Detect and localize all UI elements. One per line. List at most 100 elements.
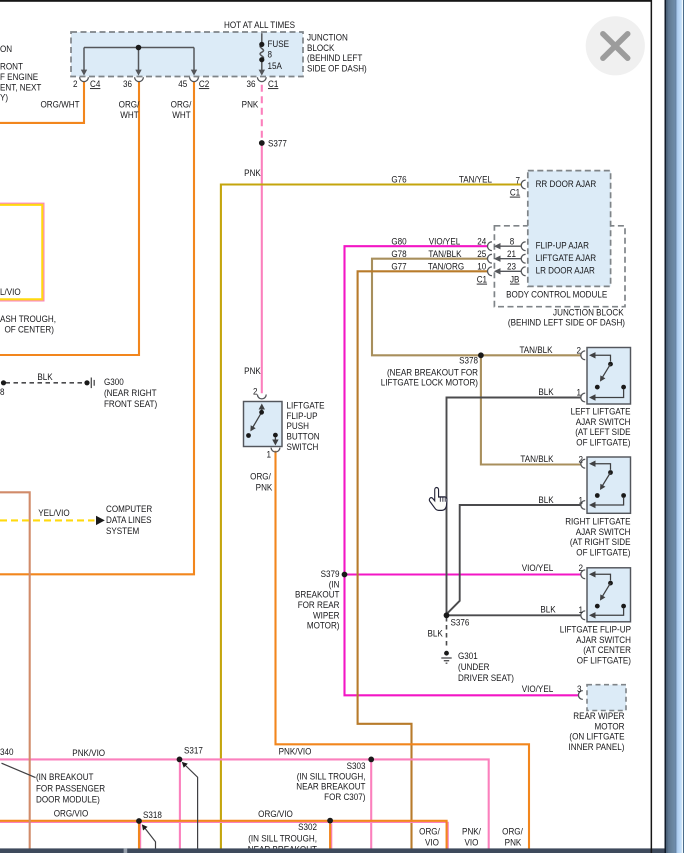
svg-text:AJAR SWITCH: AJAR SWITCH bbox=[576, 416, 631, 427]
svg-text:ENT, NEXT: ENT, NEXT bbox=[0, 82, 42, 93]
svg-text:G78: G78 bbox=[391, 248, 407, 259]
svg-text:FRONT SEAT): FRONT SEAT) bbox=[104, 399, 157, 410]
svg-text:JB: JB bbox=[510, 274, 520, 285]
svg-text:PNK: PNK bbox=[256, 482, 273, 493]
svg-text:PNK/: PNK/ bbox=[462, 826, 481, 837]
svg-text:TAN/BLK: TAN/BLK bbox=[520, 454, 553, 465]
svg-text:BLK: BLK bbox=[538, 387, 554, 398]
svg-text:ORG/VIO: ORG/VIO bbox=[258, 809, 293, 820]
svg-text:BODY CONTROL MODULE: BODY CONTROL MODULE bbox=[506, 289, 607, 300]
svg-text:RONT: RONT bbox=[0, 61, 24, 72]
svg-text:VIO: VIO bbox=[425, 837, 439, 848]
svg-text:PNK/VIO: PNK/VIO bbox=[279, 746, 312, 757]
svg-text:C4: C4 bbox=[90, 79, 101, 90]
svg-text:BLK: BLK bbox=[538, 495, 554, 506]
svg-text:G301: G301 bbox=[458, 651, 478, 662]
svg-text:(UNDER: (UNDER bbox=[458, 662, 489, 673]
svg-text:(IN BREAKOUT: (IN BREAKOUT bbox=[36, 772, 94, 783]
svg-text:G300: G300 bbox=[104, 377, 124, 388]
svg-text:VIO: VIO bbox=[465, 837, 479, 848]
svg-text:TAN/YEL: TAN/YEL bbox=[459, 174, 492, 185]
svg-text:PNK: PNK bbox=[505, 837, 522, 848]
svg-text:ORG/: ORG/ bbox=[119, 99, 140, 110]
svg-text:MOTOR: MOTOR bbox=[595, 721, 625, 732]
svg-text:2: 2 bbox=[253, 386, 258, 397]
svg-text:2: 2 bbox=[578, 563, 583, 574]
svg-text:LIFTGATE: LIFTGATE bbox=[286, 400, 324, 411]
svg-text:ON: ON bbox=[0, 43, 12, 54]
svg-text:FLIP-UP: FLIP-UP bbox=[286, 410, 317, 421]
svg-text:Y): Y) bbox=[0, 92, 8, 103]
svg-text:ORG/: ORG/ bbox=[250, 471, 271, 482]
svg-text:LEFT LIFTGATE: LEFT LIFTGATE bbox=[571, 406, 631, 417]
svg-text:LR DOOR AJAR: LR DOOR AJAR bbox=[536, 265, 595, 276]
svg-text:PUSH: PUSH bbox=[286, 421, 308, 432]
svg-text:DATA LINES: DATA LINES bbox=[106, 514, 152, 525]
svg-text:HOT AT ALL TIMES: HOT AT ALL TIMES bbox=[224, 20, 295, 31]
svg-text:1: 1 bbox=[578, 495, 583, 506]
svg-text:DRIVER SEAT): DRIVER SEAT) bbox=[458, 673, 514, 684]
svg-text:36: 36 bbox=[123, 79, 132, 90]
svg-text:OF LIFTGATE): OF LIFTGATE) bbox=[576, 437, 630, 448]
svg-text:OF LIFTGATE): OF LIFTGATE) bbox=[577, 655, 631, 666]
svg-text:RIGHT LIFTGATE: RIGHT LIFTGATE bbox=[565, 516, 631, 527]
svg-text:G77: G77 bbox=[391, 261, 407, 272]
svg-text:VIO/YEL: VIO/YEL bbox=[429, 236, 461, 247]
svg-text:S376: S376 bbox=[451, 617, 470, 628]
svg-text:PNK: PNK bbox=[244, 366, 261, 377]
svg-text:2: 2 bbox=[576, 345, 581, 356]
svg-text:BLK: BLK bbox=[428, 628, 444, 639]
svg-text:TAN/BLK: TAN/BLK bbox=[428, 248, 461, 259]
svg-text:FOR REAR: FOR REAR bbox=[298, 600, 340, 611]
svg-text:(IN SILL TROUGH,: (IN SILL TROUGH, bbox=[297, 771, 366, 782]
svg-text:BREAKOUT: BREAKOUT bbox=[295, 589, 340, 600]
svg-text:F ENGINE: F ENGINE bbox=[0, 72, 38, 83]
svg-text:BUTTON: BUTTON bbox=[286, 431, 319, 442]
svg-text:(NEAR RIGHT: (NEAR RIGHT bbox=[104, 388, 157, 399]
svg-text:DOOR MODULE): DOOR MODULE) bbox=[36, 794, 100, 805]
svg-text:SWITCH: SWITCH bbox=[286, 441, 318, 452]
svg-text:G80: G80 bbox=[391, 236, 407, 247]
svg-text:WHT: WHT bbox=[172, 110, 191, 121]
svg-text:(AT CENTER: (AT CENTER bbox=[583, 645, 631, 656]
svg-text:15A: 15A bbox=[267, 61, 282, 72]
svg-text:VIO/YEL: VIO/YEL bbox=[522, 563, 554, 574]
svg-text:(NEAR BREAKOUT FOR: (NEAR BREAKOUT FOR bbox=[387, 367, 478, 378]
svg-text:FUSE: FUSE bbox=[267, 39, 289, 50]
svg-text:AJAR SWITCH: AJAR SWITCH bbox=[576, 526, 631, 537]
svg-text:10: 10 bbox=[477, 261, 486, 272]
svg-text:C1: C1 bbox=[477, 274, 488, 285]
svg-text:25: 25 bbox=[477, 248, 486, 259]
svg-text:(IN: (IN bbox=[329, 579, 340, 590]
svg-text:ORG/WHT: ORG/WHT bbox=[40, 99, 80, 110]
svg-text:3: 3 bbox=[577, 684, 582, 695]
svg-text:FOR C307): FOR C307) bbox=[324, 791, 365, 802]
svg-text:ORG/: ORG/ bbox=[171, 99, 192, 110]
svg-text:ORG/VIO: ORG/VIO bbox=[54, 808, 89, 819]
svg-text:PNK/VIO: PNK/VIO bbox=[72, 747, 105, 758]
svg-text:INNER PANEL): INNER PANEL) bbox=[568, 742, 624, 753]
svg-text:WHT: WHT bbox=[120, 110, 139, 121]
svg-text:C2: C2 bbox=[199, 79, 210, 90]
svg-text:WIPER: WIPER bbox=[313, 610, 340, 621]
svg-text:OF LIFTGATE): OF LIFTGATE) bbox=[576, 547, 630, 558]
svg-text:340: 340 bbox=[0, 746, 14, 757]
svg-text:S303: S303 bbox=[347, 761, 366, 772]
svg-text:SYSTEM: SYSTEM bbox=[106, 525, 139, 536]
svg-text:(IN SILL TROUGH,: (IN SILL TROUGH, bbox=[248, 833, 317, 844]
svg-text:LIFTGATE LOCK MOTOR): LIFTGATE LOCK MOTOR) bbox=[381, 377, 478, 388]
svg-text:(AT LEFT SIDE: (AT LEFT SIDE bbox=[575, 427, 631, 438]
svg-text:JUNCTION BLOCK: JUNCTION BLOCK bbox=[553, 307, 624, 318]
svg-text:C1: C1 bbox=[268, 79, 279, 90]
svg-text:S378: S378 bbox=[459, 355, 478, 366]
svg-text:AJAR SWITCH: AJAR SWITCH bbox=[576, 634, 631, 645]
svg-text:1: 1 bbox=[578, 604, 583, 615]
svg-text:24: 24 bbox=[477, 236, 486, 247]
svg-text:ORG/: ORG/ bbox=[419, 826, 440, 837]
svg-text:7: 7 bbox=[515, 175, 520, 186]
svg-text:(AT RIGHT SIDE: (AT RIGHT SIDE bbox=[570, 537, 631, 548]
svg-text:MOTOR): MOTOR) bbox=[307, 620, 340, 631]
svg-text:PNK: PNK bbox=[242, 99, 259, 110]
svg-text:36: 36 bbox=[246, 79, 255, 90]
svg-text:OF CENTER): OF CENTER) bbox=[5, 324, 55, 335]
